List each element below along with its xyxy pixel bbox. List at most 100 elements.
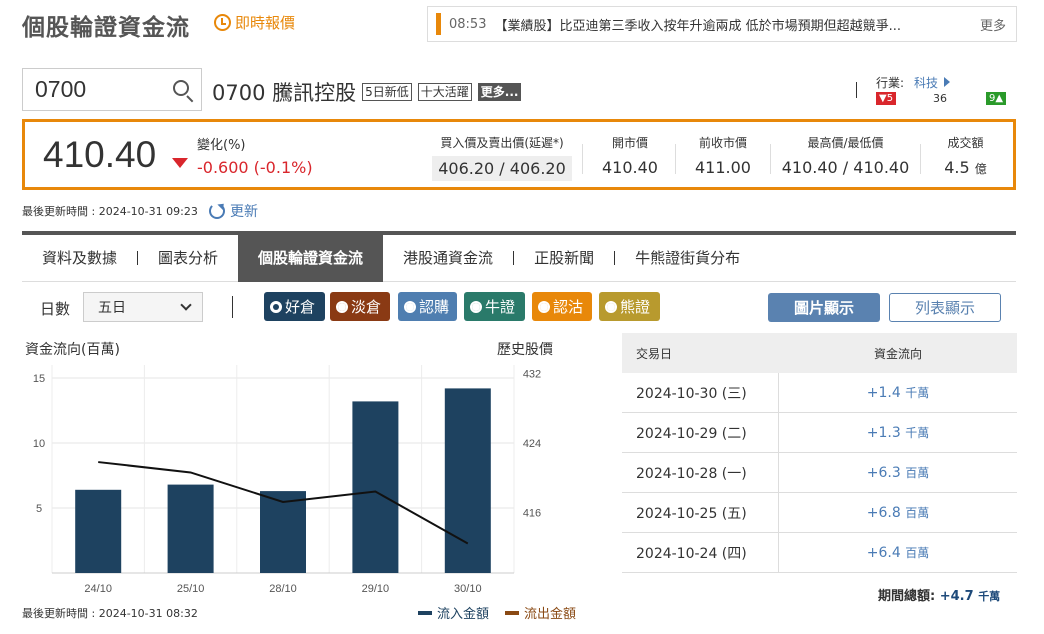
ticker-headline[interactable]: 【業績股】比亞迪第三季收入按年升逾兩成 低於市場預期但超越競爭... (494, 15, 968, 34)
list-view-button[interactable]: 列表顯示 (889, 293, 1001, 322)
tag-top-active[interactable]: 十大活躍 (417, 83, 472, 101)
open-column: 開市價 410.40 (585, 122, 675, 187)
triangle-right-icon[interactable] (944, 77, 950, 87)
bar-inflow (352, 401, 399, 573)
refresh-button[interactable]: 更新 (209, 201, 258, 221)
bid-ask-value: 406.20 / 406.20 (432, 156, 572, 181)
last-updated: 最後更新時間 : 2024-10-31 09:23 (22, 205, 198, 218)
industry-info: 行業: 科技 ▼5 36 9▲ (854, 74, 1014, 106)
period-total-value: +4.7 (939, 589, 974, 604)
filter-divider (232, 296, 233, 318)
open-label: 開市價 (611, 136, 648, 150)
legend-outflow-label: 流出金額 (524, 607, 577, 622)
row-fund-flow-unit: 百萬 (905, 546, 930, 560)
tab-stock-news[interactable]: 正股新聞 (514, 235, 614, 282)
tab-data[interactable]: 資料及數據 (22, 235, 137, 282)
industry-sector-link[interactable]: 科技 (914, 74, 938, 91)
legend-outflow-swatch (505, 610, 519, 615)
period-total: 期間總額: +4.7 千萬 (878, 585, 1000, 604)
bid-ask-label: 買入價及賣出價(延遲*) (440, 136, 564, 150)
legend-inflow-swatch (418, 610, 432, 615)
days-label: 日數 (40, 300, 71, 318)
ticker-more-link[interactable]: 更多 (980, 15, 1006, 34)
stock-search-input[interactable] (35, 76, 165, 103)
row-fund-flow: +1.4 千萬 (779, 384, 1017, 401)
y-tick-label: 10 (33, 438, 45, 450)
tab-chart-analysis[interactable]: 圖表分析 (138, 235, 238, 282)
chart-y-axis-label: 資金流向(百萬) (25, 342, 120, 358)
row-date: 2024-10-29 (二) (622, 413, 779, 452)
industry-neutral-count: 36 (933, 92, 947, 105)
prev-close-column: 前收市價 411.00 (678, 122, 768, 187)
row-fund-flow-unit: 千萬 (905, 426, 930, 440)
change-label: 變化(%) (197, 138, 246, 153)
legend-outflow[interactable]: 流出金額 (505, 603, 576, 622)
chip-bull-label: 牛證 (485, 298, 516, 316)
row-fund-flow-value: +6.8 (866, 505, 901, 521)
chart-y2-axis-label: 歷史股價 (497, 342, 553, 358)
table-row: 2024-10-30 (三) +1.4 千萬 (622, 373, 1017, 413)
realtime-quote-link[interactable]: 即時報價 (214, 12, 295, 33)
header-fund-flow: 資金流向 (873, 346, 922, 361)
row-fund-flow: +6.3 百萬 (779, 464, 1017, 481)
industry-divider (856, 82, 857, 98)
row-fund-flow-value: +6.4 (866, 545, 901, 561)
tag-5day-low[interactable]: 5日新低 (362, 83, 412, 101)
chip-long[interactable]: 好倉 (264, 292, 325, 321)
quote-divider (770, 144, 771, 174)
chip-call[interactable]: 認購 (398, 292, 457, 321)
row-fund-flow-unit: 百萬 (905, 506, 930, 520)
legend-inflow-label: 流入金額 (437, 607, 490, 622)
row-date: 2024-10-24 (四) (622, 533, 779, 572)
industry-up-count: 9▲ (986, 92, 1007, 105)
days-select[interactable]: 五日 (83, 292, 203, 322)
period-total-unit: 千萬 (978, 590, 1001, 603)
row-fund-flow: +1.3 千萬 (779, 424, 1017, 441)
high-low-value: 410.40 / 410.40 (781, 158, 910, 177)
bar-inflow (75, 489, 122, 573)
legend-inflow[interactable]: 流入金額 (418, 603, 489, 622)
row-fund-flow-value: +1.3 (866, 425, 901, 441)
y2-tick-label: 432 (523, 369, 541, 381)
radio-unchecked-icon (538, 300, 550, 313)
chart-view-button[interactable]: 圖片顯示 (768, 293, 880, 322)
news-ticker[interactable]: 08:53 【業績股】比亞迪第三季收入按年升逾兩成 低於市場預期但超越競爭...… (427, 6, 1017, 42)
header-date: 交易日 (636, 346, 673, 361)
ticker-accent-bar (436, 13, 441, 35)
chip-short[interactable]: 淡倉 (330, 292, 390, 321)
chip-long-label: 好倉 (285, 298, 316, 316)
row-fund-flow-value: +1.4 (866, 385, 901, 401)
price-down-arrow-icon (172, 158, 188, 168)
x-tick-label: 30/10 (454, 583, 482, 595)
period-total-label: 期間總額: (878, 589, 936, 604)
row-fund-flow: +6.4 百萬 (779, 544, 1017, 561)
refresh-label: 更新 (230, 204, 258, 220)
chip-bear[interactable]: 熊證 (599, 292, 660, 321)
table-body: 2024-10-30 (三) +1.4 千萬 2024-10-29 (二) +1.3 … (622, 373, 1017, 573)
turnover-label: 成交額 (947, 136, 984, 150)
x-tick-label: 25/10 (177, 583, 205, 595)
x-tick-label: 28/10 (269, 583, 297, 595)
y2-tick-label: 424 (523, 438, 541, 450)
bar-inflow (167, 484, 214, 573)
chip-bull[interactable]: 牛證 (464, 292, 525, 321)
days-selected-value: 五日 (98, 300, 126, 316)
table-row: 2024-10-29 (二) +1.3 千萬 (622, 413, 1017, 453)
tab-cbbc-distribution[interactable]: 牛熊證街貨分布 (615, 235, 760, 282)
y-tick-label: 15 (33, 373, 45, 385)
high-low-column: 最高價/最低價 410.40 / 410.40 (773, 122, 918, 187)
chip-put[interactable]: 認沽 (532, 292, 592, 321)
y-tick-label: 5 (36, 503, 42, 515)
tag-more[interactable]: 更多... (477, 83, 522, 101)
chevron-down-icon (180, 299, 192, 311)
stock-code-name: 0700 騰訊控股 (212, 81, 357, 105)
search-icon[interactable] (173, 80, 189, 96)
table-row: 2024-10-28 (一) +6.3 百萬 (622, 453, 1017, 493)
tab-connect-fund-flow[interactable]: 港股通資金流 (383, 235, 513, 282)
bar-inflow (260, 491, 306, 573)
quote-panel: 410.40 變化(%) -0.600 (-0.1%) 買入價及賣出價(延遲*)… (22, 119, 1016, 190)
tab-warrant-fund-flow[interactable]: 個股輪證資金流 (238, 234, 384, 282)
main-tabs: 資料及數據 圖表分析 個股輪證資金流 港股通資金流 正股新聞 牛熊證街貨分布 (22, 231, 1016, 282)
turnover-column: 成交額 4.5 億 (923, 122, 1008, 187)
radio-unchecked-icon (605, 300, 617, 313)
